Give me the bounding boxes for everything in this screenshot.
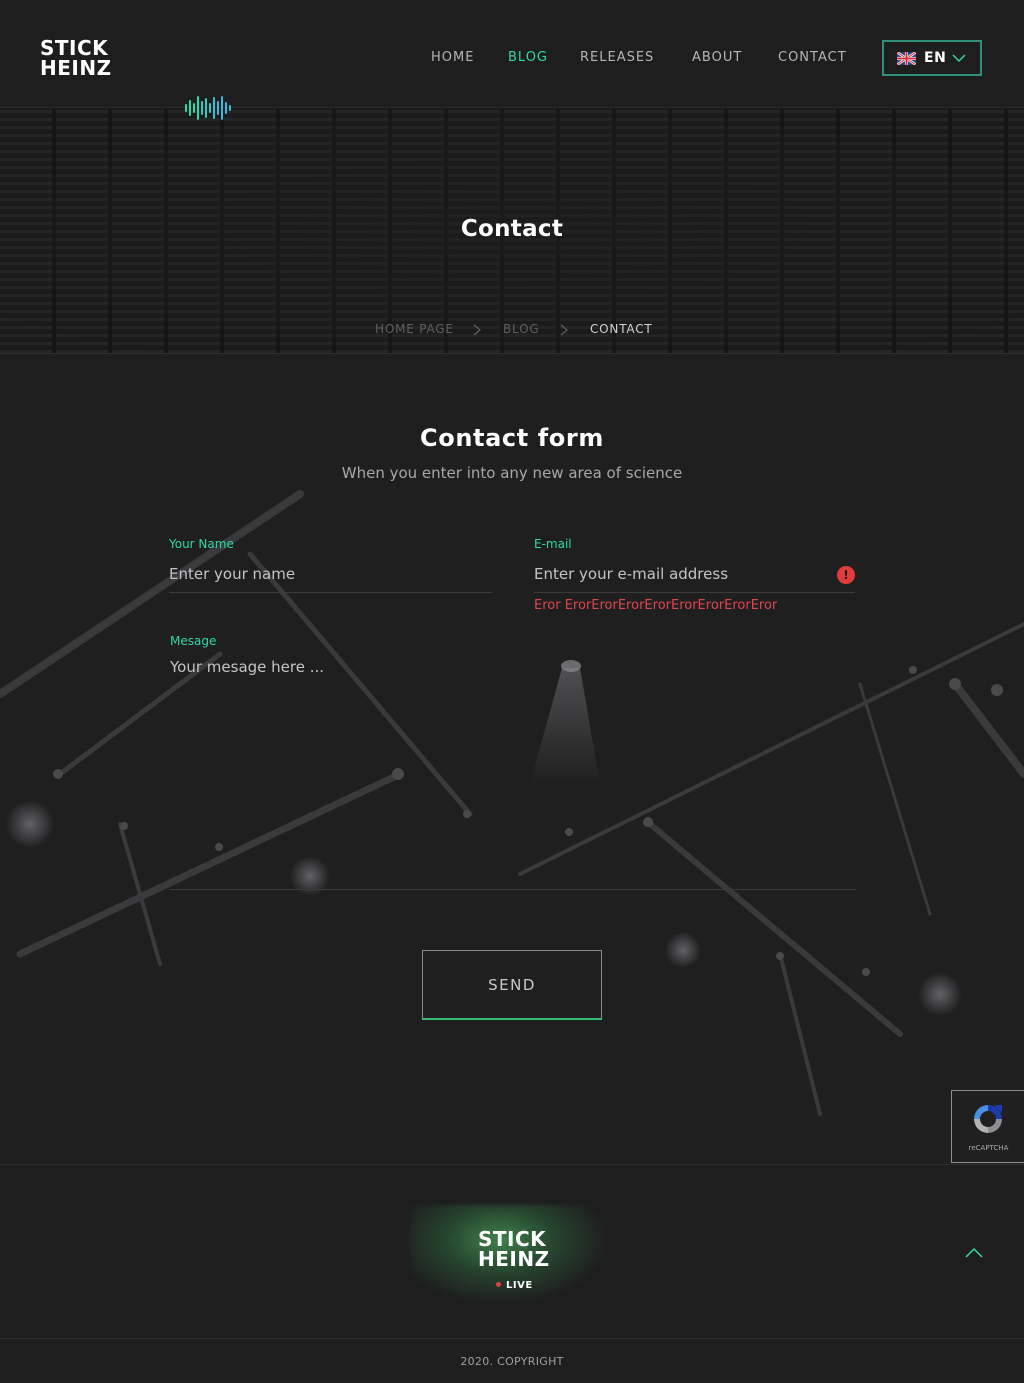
logo-line-1: STICK: [40, 36, 109, 60]
chevron-right-icon: [560, 324, 568, 336]
breadcrumb-home[interactable]: HOME PAGE: [375, 322, 454, 336]
chevron-up-icon[interactable]: [964, 1245, 984, 1259]
breadcrumb-blog[interactable]: BLOG: [503, 322, 539, 336]
recaptcha-icon: [974, 1105, 1002, 1133]
site-footer: STICK HEINZ LIVE: [0, 1164, 1024, 1339]
uk-flag-icon: [897, 51, 916, 65]
sound-wave-icon: [185, 96, 231, 120]
nav-item-blog[interactable]: BLOG: [508, 50, 548, 65]
name-input[interactable]: [169, 556, 492, 593]
page-title: Contact: [460, 216, 564, 242]
site-header: STICK HEINZ HOME BLOG RELEASES ABOUT CON…: [0, 0, 1024, 108]
breadcrumb: HOME PAGE BLOG CONTACT: [0, 322, 1024, 342]
footer-logo[interactable]: STICK HEINZ: [478, 1229, 558, 1269]
site-logo[interactable]: STICK HEINZ: [40, 36, 112, 80]
nav-item-home[interactable]: HOME: [431, 50, 474, 65]
nav-item-contact[interactable]: CONTACT: [778, 50, 847, 65]
form-subtitle: When you enter into any new area of scie…: [341, 464, 683, 482]
language-label: EN: [924, 50, 947, 66]
chevron-right-icon: [473, 324, 481, 336]
error-icon: !: [837, 566, 855, 584]
nav-item-releases[interactable]: RELEASES: [580, 50, 654, 65]
message-label: Mesage: [170, 634, 217, 648]
contact-section: Contact form When you enter into any new…: [0, 354, 1024, 1164]
nav-item-about[interactable]: ABOUT: [692, 50, 742, 65]
form-title: Contact form: [420, 424, 604, 452]
chevron-down-icon: [952, 54, 966, 63]
page-hero: Contact HOME PAGE BLOG CONTACT: [0, 108, 1024, 354]
name-label: Your Name: [169, 537, 234, 551]
recaptcha-badge[interactable]: reCAPTCHA: [951, 1090, 1024, 1163]
live-dot-icon: [496, 1281, 501, 1287]
send-button[interactable]: SEND: [422, 950, 602, 1020]
footer-logo-line-2: HEINZ: [478, 1247, 550, 1271]
recaptcha-label: reCAPTCHA: [968, 1144, 1009, 1152]
copyright-text: 2020. COPYRIGHT: [460, 1355, 564, 1368]
email-input[interactable]: [534, 556, 855, 593]
message-textarea[interactable]: [170, 658, 856, 890]
email-error-message: Eror ErorErorErorErorErorErorErorEror: [534, 598, 778, 613]
live-label: LIVE: [506, 1280, 533, 1291]
language-selector[interactable]: EN: [882, 40, 982, 76]
breadcrumb-current: CONTACT: [590, 322, 653, 336]
footer-logo-line-1: STICK: [478, 1227, 547, 1251]
email-label: E-mail: [534, 537, 572, 551]
logo-line-2: HEINZ: [40, 56, 112, 80]
live-indicator: LIVE: [496, 1280, 533, 1291]
